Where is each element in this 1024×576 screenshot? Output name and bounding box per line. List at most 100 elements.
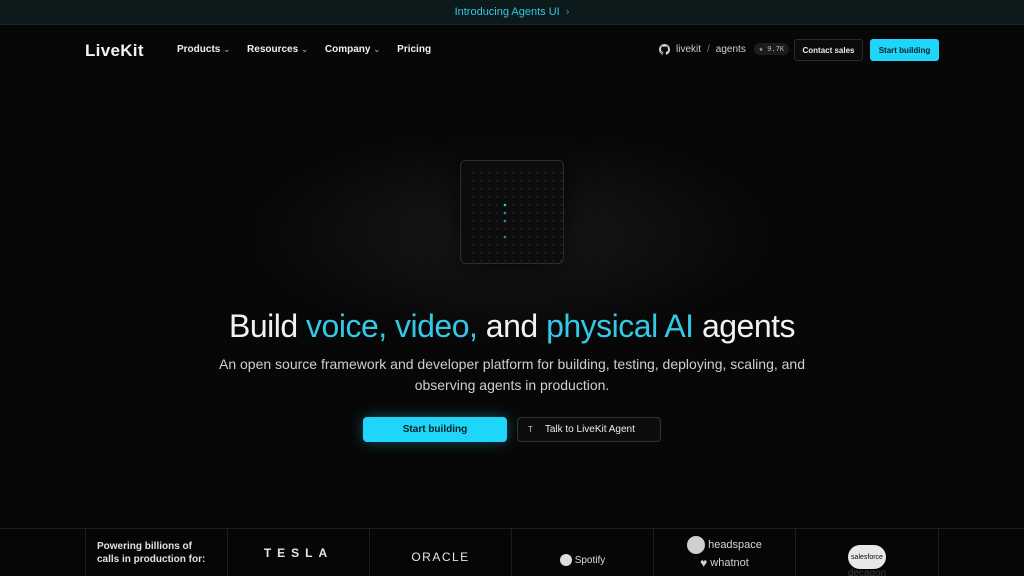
- headline-part-build: Build: [228, 308, 307, 344]
- grid-dot: [496, 252, 498, 254]
- grid-dot: [512, 236, 514, 238]
- grid-dot: [512, 228, 514, 230]
- grid-dot: [544, 260, 546, 262]
- grid-dot: [528, 188, 530, 190]
- headline-accent-physical-ai: physical AI: [546, 308, 694, 344]
- talk-to-agent-label: Talk to LiveKit Agent: [544, 424, 635, 435]
- github-icon: [659, 43, 670, 55]
- menu-company[interactable]: Company ⌄: [325, 44, 380, 55]
- grid-dot: [520, 220, 522, 222]
- grid-dot: [552, 220, 554, 222]
- grid-dot: [504, 244, 506, 246]
- customer-logos-strip: Powering billions of calls in production…: [0, 528, 1024, 576]
- grid-dot: [488, 252, 490, 254]
- grid-dot: [496, 220, 498, 222]
- grid-dot: [480, 212, 482, 214]
- grid-dot: [560, 204, 562, 206]
- spotify-logo: Spotify: [559, 554, 605, 566]
- announcement-bar[interactable]: Introducing Agents UI ›: [0, 0, 1024, 25]
- grid-dot: [512, 252, 514, 254]
- grid-dot: [520, 204, 522, 206]
- start-building-button[interactable]: Start building: [363, 417, 507, 442]
- grid-dot: [512, 220, 514, 222]
- menu-pricing[interactable]: Pricing: [397, 44, 431, 55]
- grid-dot: [552, 212, 554, 214]
- grid-dot: [528, 172, 530, 174]
- t-icon: T: [528, 425, 533, 434]
- grid-dot: [480, 196, 482, 198]
- grid-dot: [552, 196, 554, 198]
- whatnot-logo: ♥ whatnot: [700, 556, 749, 570]
- grid-dot: [504, 252, 506, 254]
- grid-dot: [520, 180, 522, 182]
- grid-dot: [504, 180, 506, 182]
- start-building-nav-button[interactable]: Start building: [870, 39, 939, 61]
- contact-sales-button[interactable]: Contact sales: [794, 39, 863, 61]
- salesforce-logo: salesforce: [848, 545, 886, 569]
- grid-dot: [520, 244, 522, 246]
- grid-dot: [496, 260, 498, 262]
- grid-dot: [503, 203, 507, 207]
- grid-dot: [560, 236, 562, 238]
- grid-dot: [552, 180, 554, 182]
- grid-dot: [552, 236, 554, 238]
- grid-dot: [544, 244, 546, 246]
- grid-dot: [528, 180, 530, 182]
- grid-dot: [560, 212, 562, 214]
- grid-dot: [488, 220, 490, 222]
- grid-dot: [552, 188, 554, 190]
- grid-dot: [544, 252, 546, 254]
- grid-dot: [536, 220, 538, 222]
- grid-dot: [560, 228, 562, 230]
- spotify-logo-cell: Spotify: [512, 529, 654, 576]
- grid-dot: [488, 204, 490, 206]
- grid-dot: [512, 188, 514, 190]
- grid-dot: [528, 252, 530, 254]
- grid-dot: [512, 212, 514, 214]
- grid-dot: [520, 212, 522, 214]
- oracle-logo: ORACLE: [411, 550, 470, 564]
- grid-dot: [560, 196, 562, 198]
- grid-dot: [528, 260, 530, 262]
- livekit-logo[interactable]: LiveKit: [85, 41, 144, 61]
- powering-text: Powering billions of calls in production…: [97, 541, 206, 565]
- chevron-down-icon: ⌄: [373, 45, 381, 54]
- grid-dot: [472, 204, 474, 206]
- grid-dot: [552, 260, 554, 262]
- talk-to-agent-button[interactable]: T Talk to LiveKit Agent: [517, 417, 661, 442]
- grid-dot: [520, 252, 522, 254]
- grid-dot: [552, 172, 554, 174]
- announcement-text[interactable]: Introducing Agents UI: [455, 6, 560, 18]
- grid-dot: [512, 196, 514, 198]
- grid-dot: [536, 236, 538, 238]
- menu-company-label: Company: [324, 44, 371, 55]
- grid-dot: [480, 188, 482, 190]
- grid-dot: [504, 228, 506, 230]
- grid-dot: [480, 180, 482, 182]
- grid-dot: [520, 196, 522, 198]
- grid-dot: [488, 244, 490, 246]
- github-link[interactable]: livekit / agents ★ 9.7K: [659, 43, 790, 55]
- grid-dot: [488, 260, 490, 262]
- grid-dot: [560, 188, 562, 190]
- grid-dot: [544, 204, 546, 206]
- grid-dot: [536, 212, 538, 214]
- grid-dot: [472, 180, 474, 182]
- grid-dot: [488, 228, 490, 230]
- grid-dot: [472, 212, 474, 214]
- grid-dot: [504, 260, 506, 262]
- menu-products[interactable]: Products ⌄: [177, 44, 230, 55]
- powering-cell: Powering billions of calls in production…: [86, 529, 228, 576]
- grid-dot: [503, 211, 507, 215]
- github-stars-badge: ★ 9.7K: [753, 43, 790, 55]
- grid-dot: [552, 252, 554, 254]
- grid-dot: [472, 260, 474, 262]
- headspace-logo-cell: headspace ♥ whatnot: [654, 529, 796, 576]
- grid-dot: [512, 204, 514, 206]
- grid-dot: [472, 172, 474, 174]
- menu-resources[interactable]: Resources ⌄: [247, 44, 308, 55]
- grid-dot: [552, 228, 554, 230]
- grid-dot: [560, 172, 562, 174]
- headspace-icon: [687, 536, 706, 554]
- grid-dot: [544, 220, 546, 222]
